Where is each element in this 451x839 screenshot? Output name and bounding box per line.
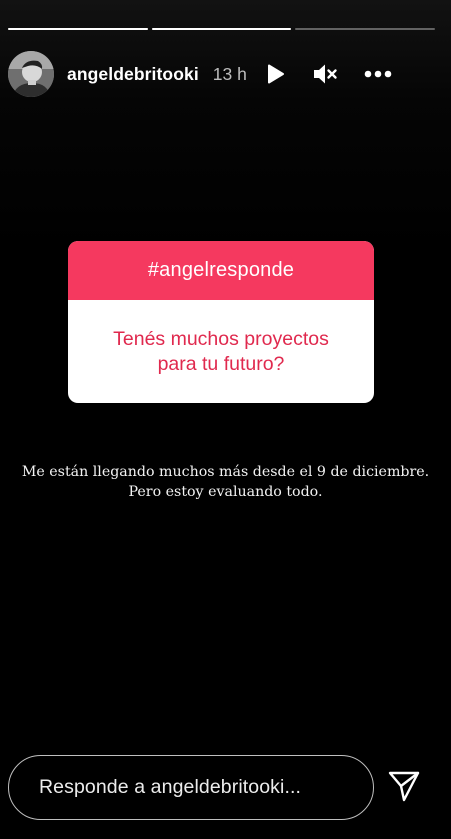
- story-timestamp: 13 h: [212, 63, 247, 84]
- answer-text: Me están llegando muchos más desde el 9 …: [21, 464, 430, 500]
- mute-icon[interactable]: [312, 61, 338, 87]
- story-progress-bar: [8, 28, 436, 30]
- play-icon[interactable]: [263, 62, 287, 86]
- question-sticker-tag: #angelresponde: [68, 241, 374, 300]
- progress-segment: [151, 28, 292, 30]
- avatar[interactable]: [8, 51, 54, 97]
- progress-segment: [8, 28, 148, 30]
- more-icon[interactable]: [364, 62, 392, 86]
- paper-plane-send-icon[interactable]: [386, 768, 422, 804]
- reply-input[interactable]: Responde a angeldebritooki...: [8, 755, 374, 820]
- question-sticker-text: Tenés muchos proyectos para tu futuro?: [113, 327, 329, 375]
- progress-segment: [295, 28, 436, 30]
- story-header: angeldebritooki 13 h: [8, 48, 435, 100]
- reply-placeholder: Responde a angeldebritooki...: [39, 776, 301, 798]
- story-username[interactable]: angeldebritooki: [67, 64, 199, 85]
- question-sticker: #angelresponde Tenés muchos proyectos pa…: [68, 241, 374, 403]
